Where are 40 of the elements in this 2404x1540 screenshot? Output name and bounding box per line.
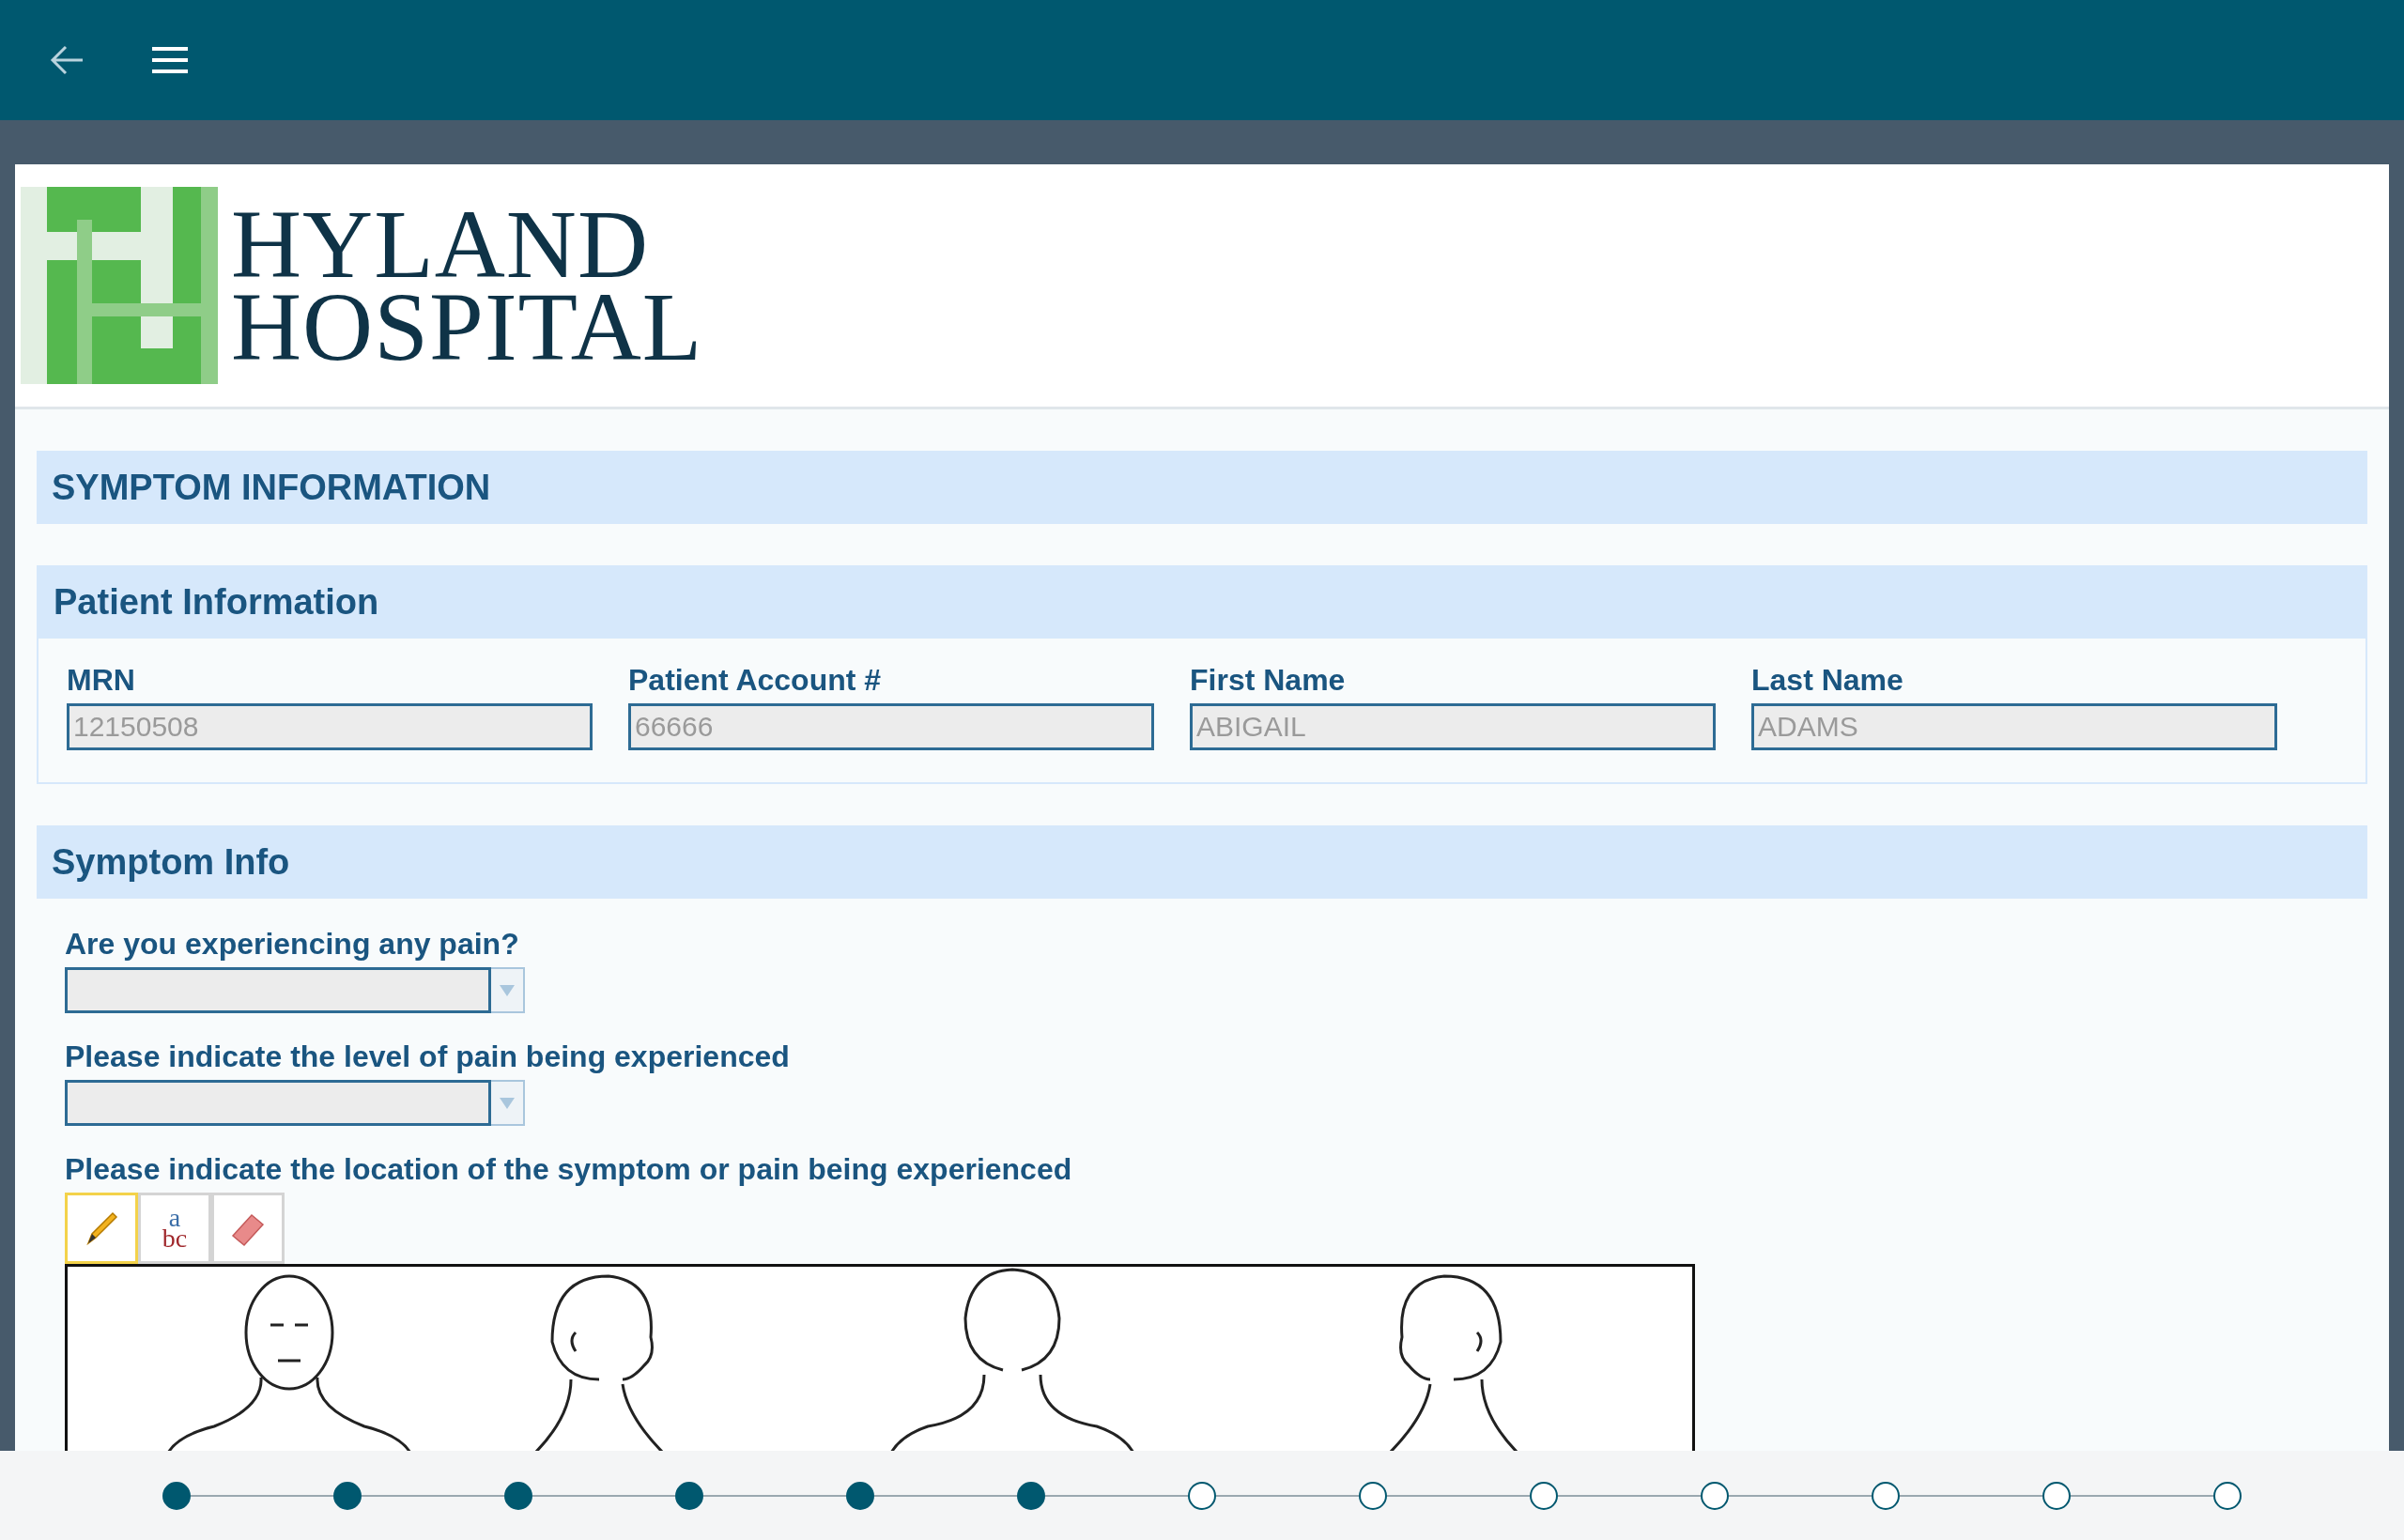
progress-step-dot[interactable] (162, 1481, 191, 1510)
progress-step-dot[interactable] (1359, 1481, 1387, 1510)
progress-step-dot[interactable] (504, 1481, 532, 1510)
progress-step-dot[interactable] (1530, 1481, 1558, 1510)
field-label: MRN (67, 663, 136, 698)
logo-text: HYLAND (231, 203, 650, 285)
question-label: Please indicate the location of the symptom or pain being experienced (65, 1152, 1073, 1187)
input-field[interactable]: ADAMS (1751, 703, 2277, 750)
input-field[interactable]: 12150508 (67, 703, 593, 750)
progress-step-dot[interactable] (1701, 1481, 1729, 1510)
text-tool-glyph: a bc (162, 1208, 188, 1249)
caret-icon (500, 1097, 515, 1109)
logo-icon (21, 187, 218, 384)
question-label: Are you experiencing any pain? (65, 927, 520, 962)
progress-step-dot[interactable] (1017, 1481, 1045, 1510)
question-label: Please indicate the level of pain being experienced (65, 1040, 791, 1074)
back-icon[interactable] (49, 44, 85, 76)
field-label: First Name (1190, 663, 1347, 698)
field-label: Patient Account # (628, 663, 883, 698)
section-title: Symptom Info (37, 825, 2367, 899)
progress-step-dot[interactable] (1872, 1481, 1900, 1510)
form-title: SYMPTOM INFORMATION (37, 451, 2367, 524)
dropdown-field[interactable] (65, 967, 525, 1013)
input-field[interactable]: ABIGAIL (1190, 703, 1716, 750)
drawing-tool-button[interactable] (65, 1193, 138, 1264)
section-title: Patient Information (39, 565, 2365, 639)
caret-icon (500, 984, 515, 996)
field-label: Last Name (1751, 663, 1904, 698)
progress-step-dot[interactable] (2213, 1481, 2242, 1510)
progress-step-dot[interactable] (846, 1481, 874, 1510)
progress-step-dot[interactable] (2042, 1481, 2071, 1510)
input-field[interactable]: 66666 (628, 703, 1154, 750)
progress-step-dot[interactable] (675, 1481, 703, 1510)
dropdown-field[interactable] (65, 1080, 525, 1126)
logo-text: HOSPITAL (231, 285, 703, 368)
menu-icon[interactable] (152, 46, 188, 74)
progress-step-dot[interactable] (333, 1481, 362, 1510)
progress-step-dot[interactable] (1188, 1481, 1216, 1510)
drawing-tool-button[interactable] (211, 1193, 285, 1264)
drawing-tool-button[interactable]: a bc (138, 1193, 211, 1264)
